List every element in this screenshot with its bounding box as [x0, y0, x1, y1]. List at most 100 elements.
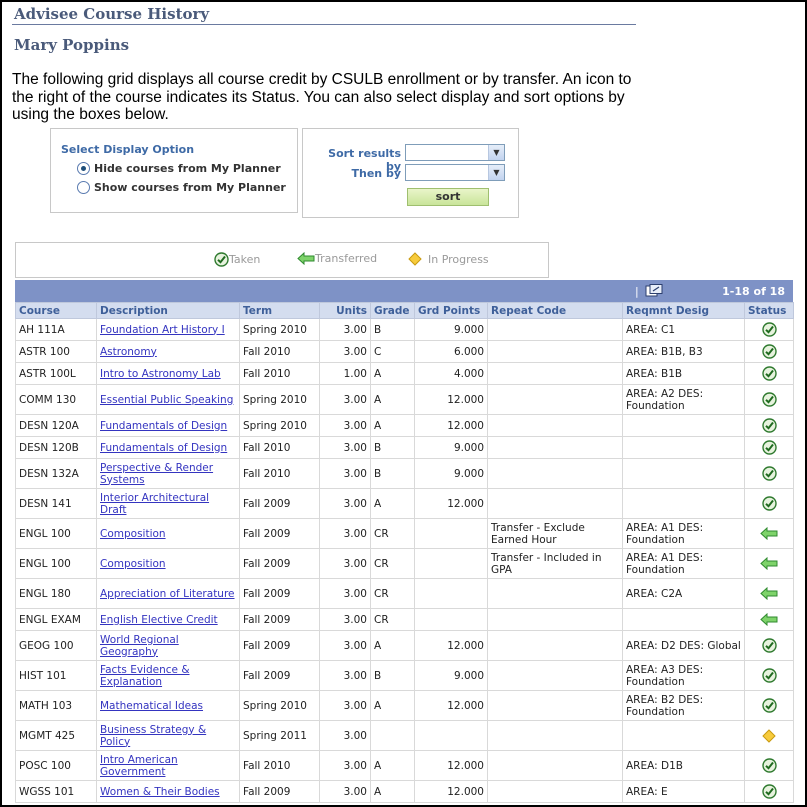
cell-grd-points: 12.000	[414, 414, 488, 437]
cell-grd-points: 12.000	[414, 780, 488, 803]
cell-units: 3.00	[319, 780, 371, 803]
course-description-link[interactable]: English Elective Credit	[100, 614, 218, 626]
cell-grade: A	[370, 750, 415, 781]
course-description-link[interactable]: Business Strategy & Policy	[100, 724, 206, 748]
arrow-left-icon	[760, 527, 778, 540]
course-description-link[interactable]: Fundamentals of Design	[100, 442, 227, 454]
cell-grade: A	[370, 362, 415, 385]
then-by-select[interactable]: ▼	[405, 164, 505, 181]
cell-units: 1.00	[319, 362, 371, 385]
course-description-link[interactable]: World Regional Geography	[100, 634, 179, 658]
column-header-units[interactable]: Units	[319, 302, 371, 319]
cell-status	[744, 518, 794, 549]
sort-panel: Sort results by ▼ Then by ▼ sort	[302, 128, 519, 218]
cell-reqmnt-desig: AREA: B1B, B3	[622, 340, 745, 363]
cell-status	[744, 414, 794, 437]
course-description-link[interactable]: Facts Evidence & Explanation	[100, 664, 190, 688]
course-description-link[interactable]: Mathematical Ideas	[100, 700, 203, 712]
cell-grade: CR	[370, 548, 415, 579]
course-description-link[interactable]: Intro American Government	[100, 754, 178, 778]
show-planner-radio[interactable]	[77, 180, 90, 194]
table-row: WGSS 101 Women & Their Bodies Fall 2009 3.0…	[15, 780, 794, 803]
cell-status	[744, 630, 794, 661]
cell-units: 3.00	[319, 608, 371, 631]
cell-units: 3.00	[319, 750, 371, 781]
column-header-grd-points[interactable]: Grd Points	[414, 302, 488, 319]
table-row: ENGL EXAM English Elective Credit Fall 200…	[15, 608, 794, 631]
column-header-description[interactable]: Description	[96, 302, 240, 319]
course-description-link[interactable]: Women & Their Bodies	[100, 786, 220, 798]
hide-planner-radio[interactable]	[77, 161, 90, 175]
cell-status	[744, 780, 794, 803]
table-row: POSC 100 Intro American Government Fall 20…	[15, 750, 794, 781]
cell-repeat-code	[487, 384, 623, 415]
column-header-grade[interactable]: Grade	[370, 302, 415, 319]
course-description-link[interactable]: Essential Public Speaking	[100, 394, 233, 406]
then-by-label: Then by	[351, 167, 402, 180]
course-description-link[interactable]: Fundamentals of Design	[100, 420, 227, 432]
course-history-grid: Course Description Term Units Grade Grd …	[15, 302, 794, 803]
hide-planner-option[interactable]: Hide courses from My Planner	[77, 160, 281, 176]
cell-grade: A	[370, 690, 415, 721]
cell-term: Fall 2009	[239, 780, 320, 803]
cell-units: 3.00	[319, 660, 371, 691]
cell-units: 3.00	[319, 414, 371, 437]
table-row: AH 111A Foundation Art History I Spring 20…	[15, 318, 794, 341]
cell-repeat-code	[487, 578, 623, 609]
column-header-reqmnt-desig[interactable]: Reqmnt Desig	[622, 302, 745, 319]
cell-reqmnt-desig	[622, 458, 745, 489]
course-description-link[interactable]: Composition	[100, 558, 166, 570]
course-description-link[interactable]: Intro to Astronomy Lab	[100, 368, 221, 380]
cell-term: Fall 2009	[239, 548, 320, 579]
cell-repeat-code	[487, 690, 623, 721]
check-circle-icon	[214, 252, 229, 267]
cell-status	[744, 608, 794, 631]
title-divider	[12, 24, 636, 25]
cell-grade: A	[370, 780, 415, 803]
sort-by-select[interactable]: ▼	[405, 144, 505, 161]
view-all-icon[interactable]	[645, 284, 663, 298]
cell-term: Fall 2010	[239, 458, 320, 489]
cell-course: MGMT 425	[15, 720, 97, 751]
course-description-link[interactable]: Composition	[100, 528, 166, 540]
cell-reqmnt-desig: AREA: A2 DES: Foundation	[622, 384, 745, 415]
chevron-down-icon[interactable]: ▼	[488, 145, 504, 160]
chevron-down-icon[interactable]: ▼	[488, 165, 504, 180]
column-header-course[interactable]: Course	[15, 302, 97, 319]
cell-term: Fall 2009	[239, 518, 320, 549]
student-name: Mary Poppins	[14, 36, 130, 54]
column-header-term[interactable]: Term	[239, 302, 320, 319]
course-description-link[interactable]: Perspective & Render Systems	[100, 462, 213, 486]
table-row: ENGL 100 Composition Fall 2009 3.00 CR Transf…	[15, 518, 794, 549]
diamond-icon	[408, 252, 422, 266]
cell-reqmnt-desig: AREA: A1 DES: Foundation	[622, 518, 745, 549]
cell-reqmnt-desig	[622, 608, 745, 631]
cell-grd-points	[414, 720, 488, 751]
sort-button[interactable]: sort	[407, 188, 489, 206]
course-description-link[interactable]: Interior Architectural Draft	[100, 492, 209, 516]
show-planner-option[interactable]: Show courses from My Planner	[77, 179, 286, 195]
cell-term: Spring 2011	[239, 720, 320, 751]
grid-row-count: 1-18 of 18	[722, 285, 785, 298]
cell-description: Astronomy	[96, 340, 240, 363]
cell-course: DESN 120B	[15, 436, 97, 459]
course-description-link[interactable]: Appreciation of Literature	[100, 588, 235, 600]
cell-grd-points	[414, 548, 488, 579]
cell-repeat-code	[487, 318, 623, 341]
cell-description: Perspective & Render Systems	[96, 458, 240, 489]
cell-reqmnt-desig: AREA: A1 DES: Foundation	[622, 548, 745, 579]
legend-transferred-label: Transferred	[315, 252, 378, 265]
column-header-repeat-code[interactable]: Repeat Code	[487, 302, 623, 319]
cell-units: 3.00	[319, 318, 371, 341]
cell-reqmnt-desig	[622, 414, 745, 437]
course-description-link[interactable]: Foundation Art History I	[100, 324, 225, 336]
cell-description: World Regional Geography	[96, 630, 240, 661]
course-description-link[interactable]: Astronomy	[100, 346, 157, 358]
cell-term: Spring 2010	[239, 414, 320, 437]
check-circle-icon	[761, 496, 777, 511]
column-header-status[interactable]: Status	[744, 302, 794, 319]
cell-status	[744, 318, 794, 341]
cell-course: ENGL 100	[15, 518, 97, 549]
cell-repeat-code	[487, 630, 623, 661]
cell-grade	[370, 720, 415, 751]
